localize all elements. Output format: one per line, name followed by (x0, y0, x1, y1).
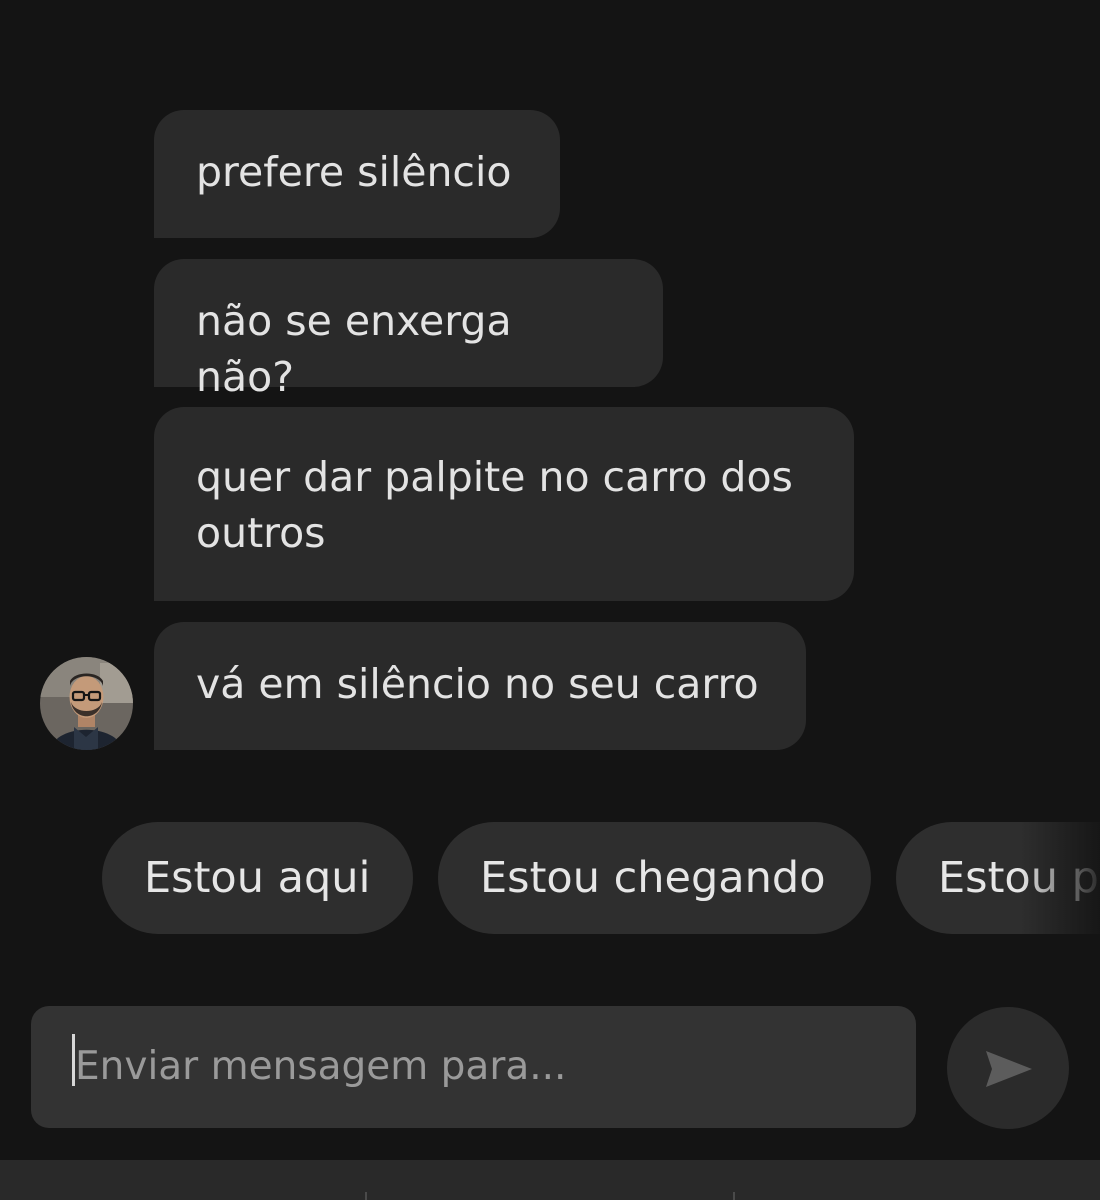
quick-reply-label: Estou chegando (480, 853, 826, 903)
quick-reply-partial[interactable]: Estou p (896, 822, 1100, 934)
message-bubble: vá em silêncio no seu carro (154, 622, 806, 750)
sender-avatar[interactable] (40, 657, 133, 750)
text-caret (72, 1034, 75, 1086)
message-bubble: não se enxerga não? (154, 259, 663, 401)
message-input[interactable]: Enviar mensagem para... (31, 1006, 916, 1128)
bottom-bar-divider (733, 1192, 735, 1200)
avatar-photo-icon (40, 657, 133, 750)
quick-reply-estou-chegando[interactable]: Estou chegando (438, 822, 871, 934)
message-text: prefere silêncio (196, 148, 512, 196)
message-input-placeholder: Enviar mensagem para... (75, 1044, 567, 1089)
message-text: quer dar palpite no carro dos outros (196, 453, 793, 557)
message-text: vá em silêncio no seu carro (196, 660, 759, 708)
message-text: não se enxerga não? (196, 297, 512, 401)
quick-reply-label: Estou p (938, 853, 1099, 903)
quick-reply-estou-aqui[interactable]: Estou aqui (102, 822, 413, 934)
quick-reply-label: Estou aqui (144, 853, 371, 903)
send-arrow-icon (986, 1051, 1032, 1087)
bottom-bar (0, 1160, 1100, 1200)
bottom-bar-divider (365, 1192, 367, 1200)
chat-screen: prefere silêncio não se enxerga não? que… (0, 0, 1100, 1200)
send-button[interactable] (947, 1007, 1069, 1129)
message-bubble: quer dar palpite no carro dos outros (154, 407, 854, 601)
message-bubble: prefere silêncio (154, 110, 560, 238)
